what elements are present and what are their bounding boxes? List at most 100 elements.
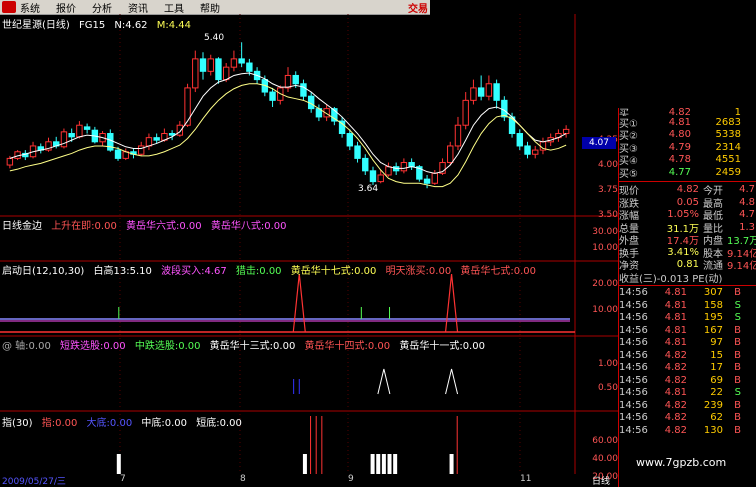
axis-tick: 30.00 — [592, 227, 618, 237]
stat-value: 17.4万 — [666, 236, 699, 248]
time-axis: 2009/05/27/三 7 8 9 11 日线 — [0, 474, 618, 487]
tick-price: 4.82 — [664, 374, 687, 386]
month-tick: 8 — [240, 474, 246, 484]
tick-row: 14:56 4.81 22 S — [619, 387, 756, 400]
panel2-item: 波段买入:4.67 — [161, 266, 227, 277]
candle-body — [377, 174, 384, 183]
candle-body — [477, 87, 485, 97]
panel3-item: 黄岳华十一式:0.00 — [399, 341, 485, 352]
signal-spike — [444, 273, 459, 333]
quote-stats: 现价 4.82 今开 4.7 涨跌 0.05 最高 4.8 涨幅 1.05% 最低 4.7 总量 31.1… — [619, 184, 756, 272]
bottom-bar — [387, 454, 392, 474]
candle-body — [199, 58, 207, 72]
tick-side: B — [734, 324, 741, 336]
chart-area[interactable]: 世纪星源(日线) FG15 N:4.62 M:4.44 日线金边 上升在即:0.… — [0, 14, 618, 487]
candle-body — [114, 149, 122, 159]
chart-canvas[interactable] — [0, 14, 618, 474]
tick-time: 14:56 — [619, 324, 648, 336]
menu-tools[interactable]: 工具 — [164, 0, 184, 15]
signal-spike — [292, 273, 306, 333]
panel4-title: 指(30) 指:0.00 大底:0.00 中底:0.00 短底:0.00 — [2, 414, 248, 429]
bottom-bar — [370, 454, 375, 474]
tick-side: B — [734, 337, 741, 349]
candle-body — [215, 58, 222, 81]
candle-body — [269, 91, 276, 101]
low-price-label: 3.64 — [358, 184, 379, 194]
tick-side: B — [734, 362, 741, 374]
tick-time: 14:56 — [619, 362, 648, 374]
order-qty: 1 — [734, 108, 741, 116]
panel2-name: 启动日(12,10,30) — [2, 266, 85, 277]
candle-body — [385, 166, 392, 176]
candle-body — [68, 133, 75, 138]
m-value: M:4.44 — [156, 20, 191, 31]
candle-body — [176, 124, 184, 136]
tick-time: 14:56 — [619, 299, 648, 311]
menu-analysis[interactable]: 分析 — [92, 0, 112, 15]
candle-body — [532, 149, 539, 155]
order-book-row[interactable]: 买⑤ 4.77 2459 — [619, 166, 756, 180]
stat-value: 9.14亿 — [727, 261, 756, 273]
month-tick: 11 — [520, 474, 532, 484]
menu-info[interactable]: 资讯 — [128, 0, 148, 15]
menu-help[interactable]: 帮助 — [200, 0, 220, 15]
candle-body — [369, 170, 377, 183]
tick-time: 14:56 — [619, 337, 648, 349]
candle-body — [284, 74, 292, 89]
panel3-title: @ 轴:0.00 短跌选股:0.00 中跌选股:0.00 黄岳华十三式:0.00… — [2, 337, 491, 352]
tick-volume: 15 — [710, 349, 723, 361]
tick-volume: 158 — [703, 299, 723, 311]
axis-tick: 10.00 — [592, 243, 618, 253]
tick-time: 14:56 — [619, 312, 648, 324]
candle-body — [192, 58, 199, 89]
tick-time: 14:56 — [619, 412, 648, 424]
axis-tick: 40.00 — [592, 454, 618, 464]
tick-row: 14:56 4.82 62 B — [619, 412, 756, 425]
order-price: 4.82 — [668, 108, 691, 116]
axis-tick: 20.00 — [592, 279, 618, 289]
candle-body — [516, 133, 523, 147]
tick-price: 4.81 — [664, 324, 687, 336]
candle-body — [408, 162, 415, 168]
tick-volume: 195 — [703, 312, 723, 324]
axis-tick: 10.00 — [592, 305, 618, 315]
stat-value: 4.7 — [739, 184, 755, 196]
tick-price: 4.81 — [664, 387, 687, 399]
candle-body — [524, 145, 531, 155]
candle-body — [300, 83, 307, 97]
panel1-name: 日线金边 — [2, 221, 42, 232]
candle-body — [246, 62, 253, 72]
tick-side: B — [734, 287, 741, 299]
menu-trade[interactable]: 交易 — [408, 0, 428, 15]
candle-body — [362, 157, 369, 172]
stat-value: 1.05% — [667, 209, 699, 221]
tick-price: 4.81 — [664, 337, 687, 349]
tick-time: 14:56 — [619, 424, 648, 436]
tick-volume: 167 — [703, 324, 723, 336]
tick-price: 4.81 — [664, 312, 687, 324]
menu-quote[interactable]: 报价 — [56, 0, 76, 15]
candle-body — [462, 99, 469, 126]
axis-tick: 60.00 — [592, 436, 618, 446]
tick-price: 4.82 — [664, 424, 687, 436]
candle-body — [168, 133, 176, 136]
tick-volume: 22 — [710, 387, 723, 399]
panel2-item: 黄岳华七式:0.00 — [460, 266, 537, 277]
period-label[interactable]: 日线 — [592, 474, 610, 487]
candle-body — [153, 137, 160, 141]
tick-price: 4.82 — [664, 412, 687, 424]
order-price: 4.79 — [668, 141, 691, 153]
tick-row: 14:56 4.81 167 B — [619, 324, 756, 337]
date-readout: 2009/05/27/三 — [2, 477, 66, 487]
tick-row: 14:56 4.81 158 S — [619, 299, 756, 312]
candle-body — [6, 157, 14, 166]
tick-volume: 62 — [710, 412, 723, 424]
axis-tick: 0.50 — [597, 383, 618, 393]
tick-side: B — [734, 412, 741, 424]
menu-system[interactable]: 系统 — [20, 0, 40, 15]
order-price: 4.78 — [668, 154, 691, 166]
candle-body — [454, 124, 462, 147]
panel4-item: 大底:0.00 — [86, 418, 133, 429]
tick-volume: 17 — [710, 362, 723, 374]
current-price-marker: 4.07 — [582, 137, 616, 149]
